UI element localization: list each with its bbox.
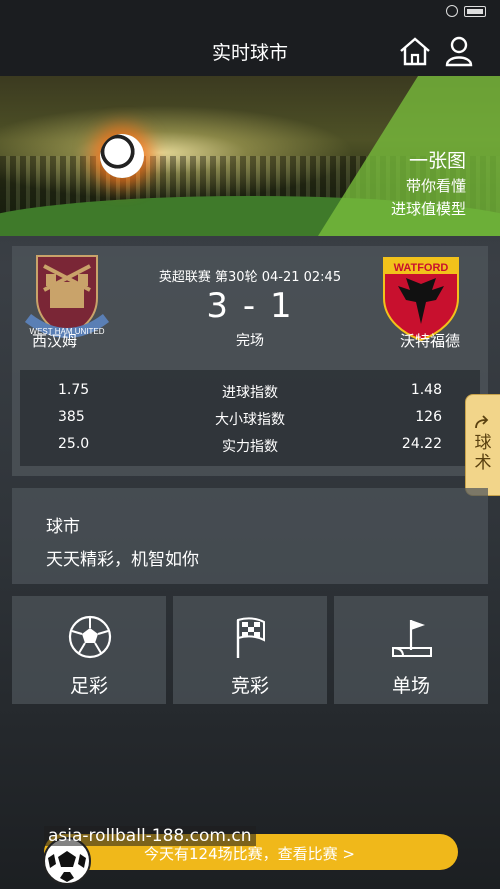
share-arrow-icon [475, 415, 489, 429]
banner-text: 一张图 带你看懂 进球值模型 [391, 146, 466, 219]
tile-label: 单场 [391, 675, 430, 697]
index-table: 1.75 进球指数 1.48 385 大小球指数 126 25.0 实力指数 2… [20, 370, 480, 466]
banner-line-2: 带你看懂 [405, 177, 466, 195]
nav-bar: 实时球市 [0, 24, 500, 76]
tile-jingcai[interactable]: 竞彩 [173, 596, 327, 704]
index-label: 大小球指数 [215, 412, 285, 428]
side-tab-qiushu[interactable]: 球术 [465, 394, 500, 496]
index-away-value: 1.48 [410, 382, 442, 398]
index-away-value: 24.22 [401, 436, 442, 452]
away-team-name: 沃特福德 [399, 332, 460, 350]
market-subtitle: 天天精彩，机智如你 [46, 550, 199, 570]
index-row: 25.0 实力指数 24.22 [20, 432, 480, 458]
index-away-value: 126 [415, 409, 442, 425]
view-matches-text: 今天有124场比赛，查看比赛 > [144, 845, 355, 863]
promo-banner[interactable]: 一张图 带你看懂 进球值模型 [0, 76, 500, 236]
corner-flag-icon [392, 620, 432, 657]
battery-icon [464, 5, 486, 17]
index-row: 385 大小球指数 126 [20, 405, 480, 431]
match-card[interactable]: WEST HAM UNITED 西汉姆 英超联赛 第30轮 04-21 02:4… [12, 246, 488, 476]
tile-label: 竞彩 [230, 675, 269, 697]
tile-danchang[interactable]: 单场 [334, 596, 488, 704]
tile-label: 足彩 [69, 675, 108, 697]
soccer-ball-icon [68, 615, 112, 659]
user-icon[interactable] [444, 35, 474, 67]
flaming-ball-image [100, 134, 144, 178]
market-title: 球市 [46, 517, 80, 537]
lock-rotation-icon [446, 5, 458, 17]
side-tab-label: 球术 [474, 433, 492, 473]
checkered-flag-icon [236, 617, 265, 658]
home-icon[interactable] [398, 36, 432, 66]
status-bar [0, 0, 500, 24]
market-card[interactable]: 球市 天天精彩，机智如你 [12, 488, 488, 584]
watermark: asia-rollball-188.com.cn [44, 826, 256, 846]
banner-line-3: 进球值模型 [390, 200, 466, 218]
banner-line-1: 一张图 [408, 150, 466, 172]
away-logo-text: WATFORD [394, 262, 449, 274]
index-row: 1.75 进球指数 1.48 [20, 378, 480, 404]
tile-zucai[interactable]: 足彩 [12, 596, 166, 704]
